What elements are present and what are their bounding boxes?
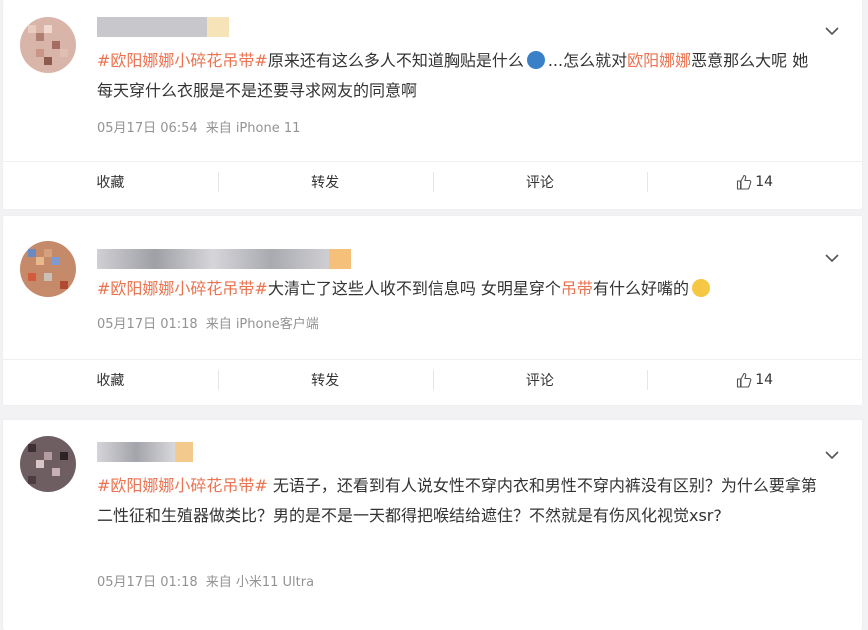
like-button[interactable]: 14 xyxy=(647,162,862,202)
emoji-icon xyxy=(691,279,710,297)
post-source: 来自 iPhone 11 xyxy=(205,121,301,136)
thumbs-up-icon xyxy=(737,174,752,190)
hashtag-link[interactable]: #欧阳娜娜小碎花吊带# xyxy=(97,279,268,298)
post-meta: 05月17日 01:18 来自 iPhone客户端 xyxy=(97,313,327,332)
emoji-icon xyxy=(526,51,545,69)
weibo-post-card: #欧阳娜娜小碎花吊带#原来还有这么多人不知道胸贴是什么 ...怎么就对欧阳娜娜恶意… xyxy=(3,0,862,209)
hashtag-link[interactable]: #欧阳娜娜小碎花吊带# xyxy=(97,476,268,495)
post-time[interactable]: 05月17日 01:18 xyxy=(97,317,198,332)
post-meta: 05月17日 06:54 来自 iPhone 11 xyxy=(97,117,308,136)
post-text: #欧阳娜娜小碎花吊带#原来还有这么多人不知道胸贴是什么 ...怎么就对欧阳娜娜恶意… xyxy=(97,51,809,100)
like-count: 14 xyxy=(755,174,774,190)
post-meta: 05月17日 01:18 来自 小米11 Ultra xyxy=(97,571,322,590)
mention-link[interactable]: 欧阳娜娜 xyxy=(627,51,691,70)
post-time[interactable]: 05月17日 06:54 xyxy=(97,121,198,136)
post-source: 来自 iPhone客户端 xyxy=(205,317,319,332)
comment-button[interactable]: 评论 xyxy=(432,360,648,400)
chevron-down-icon[interactable] xyxy=(824,23,840,39)
post-time[interactable]: 05月17日 01:18 xyxy=(97,575,198,590)
avatar[interactable] xyxy=(20,17,76,73)
username-blurred[interactable] xyxy=(97,442,193,462)
post-text: #欧阳娜娜小碎花吊带#大清亡了这些人收不到信息吗 女明星穿个吊带有什么好嘴的 xyxy=(97,274,817,304)
weibo-post-card: #欧阳娜娜小碎花吊带# 无语子，还看到有人说女性不穿内衣和男性不穿内裤没有区别？… xyxy=(3,420,862,630)
weibo-post-card: #欧阳娜娜小碎花吊带#大清亡了这些人收不到信息吗 女明星穿个吊带有什么好嘴的 0… xyxy=(3,216,862,405)
username-blurred[interactable] xyxy=(97,249,351,269)
keyword-link[interactable]: 吊带 xyxy=(561,279,593,298)
action-bar: 收藏 转发 评论 14 xyxy=(3,359,862,400)
post-text: #欧阳娜娜小碎花吊带# 无语子，还看到有人说女性不穿内衣和男性不穿内裤没有区别？… xyxy=(97,476,817,525)
hashtag-link[interactable]: #欧阳娜娜小碎花吊带# xyxy=(97,51,268,70)
chevron-down-icon[interactable] xyxy=(824,250,840,266)
favorite-button[interactable]: 收藏 xyxy=(3,360,218,400)
favorite-button[interactable]: 收藏 xyxy=(3,162,218,202)
action-bar: 收藏 转发 评论 14 xyxy=(3,161,862,202)
comment-button[interactable]: 评论 xyxy=(432,162,648,202)
repost-button[interactable]: 转发 xyxy=(217,360,433,400)
avatar[interactable] xyxy=(20,436,76,492)
post-source: 来自 小米11 Ultra xyxy=(205,575,315,590)
thumbs-up-icon xyxy=(737,372,752,388)
like-button[interactable]: 14 xyxy=(647,360,862,400)
repost-button[interactable]: 转发 xyxy=(217,162,433,202)
like-count: 14 xyxy=(755,372,774,388)
chevron-down-icon[interactable] xyxy=(824,447,840,463)
avatar[interactable] xyxy=(20,241,76,297)
username-blurred[interactable] xyxy=(97,17,229,37)
